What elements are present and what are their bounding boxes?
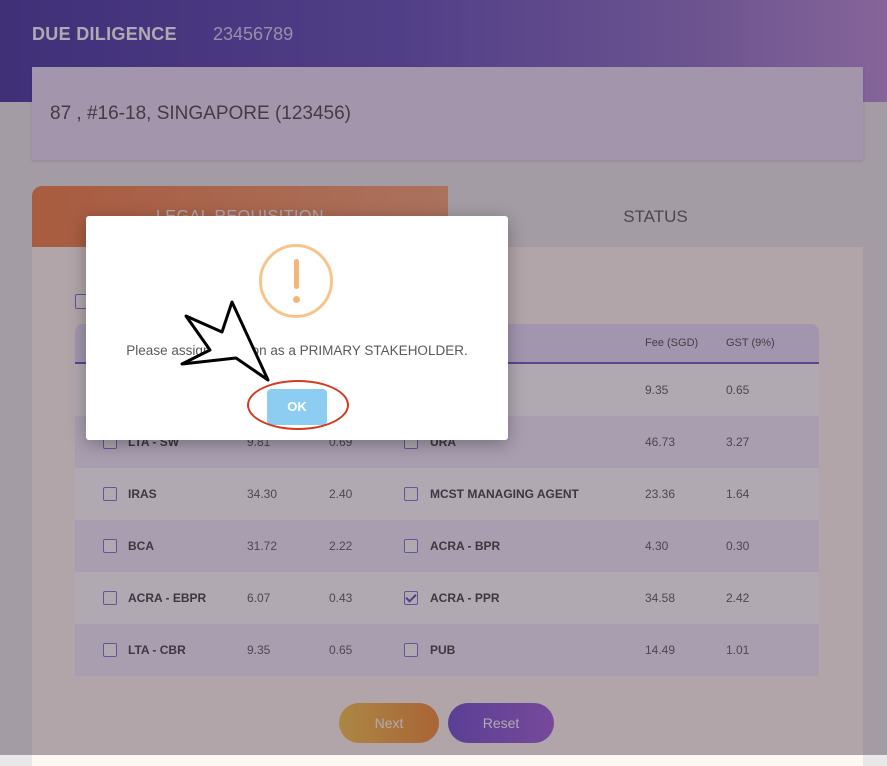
alert-message: Please assign a person as a PRIMARY STAK… [126, 343, 468, 358]
pointer-cursor-icon [180, 300, 270, 382]
